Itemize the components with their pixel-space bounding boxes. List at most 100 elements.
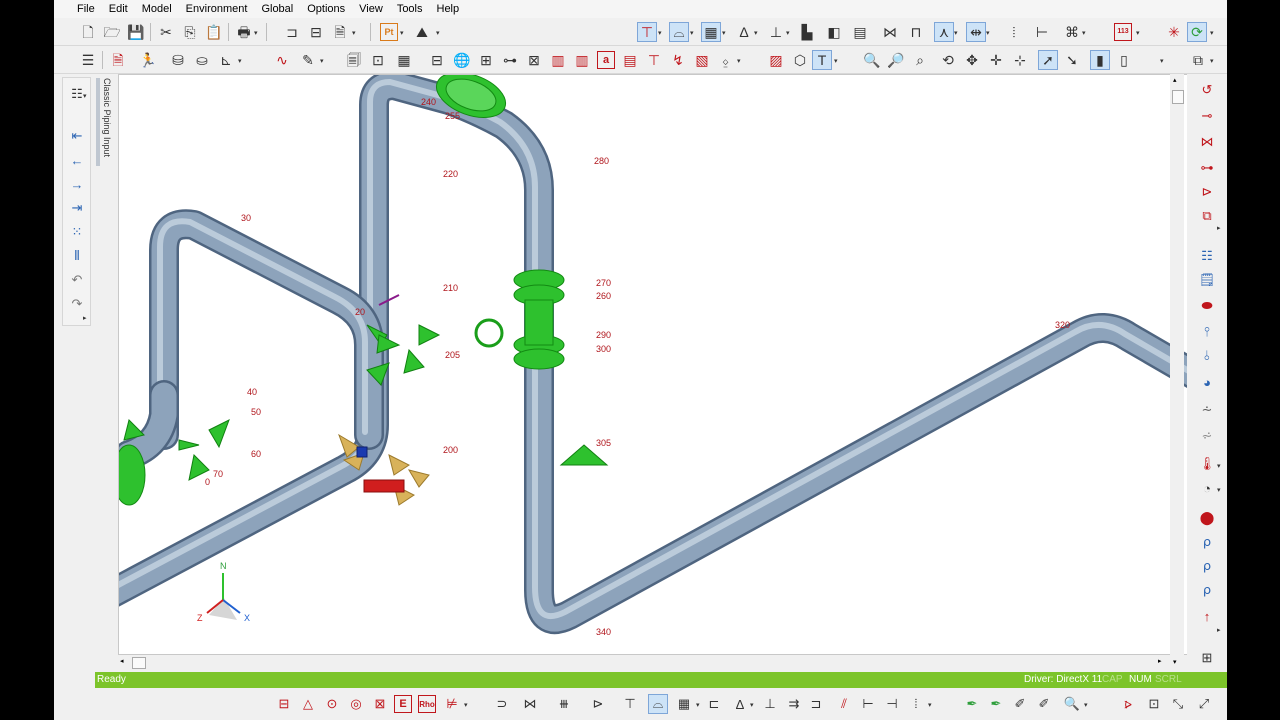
grid-view-icon[interactable]: ⊞ — [1197, 648, 1217, 668]
first-element-icon[interactable]: ⇤ — [67, 126, 87, 146]
graph-icon[interactable]: ⊾ — [216, 50, 236, 70]
select-group-icon[interactable]: ➘ — [1062, 50, 1082, 70]
binoculars-icon[interactable]: ⌘ — [1062, 22, 1082, 42]
hanger-display2-icon[interactable]: ⌓ — [648, 694, 668, 714]
node-number-icon[interactable]: ⊶ — [500, 50, 520, 70]
red-grid2-icon[interactable]: ▥ — [572, 50, 592, 70]
model-viewport[interactable]: 240 255 220 280 210 270 260 290 300 30 2… — [118, 74, 1223, 655]
count-113-badge[interactable]: 113 — [1114, 23, 1132, 41]
anchor-icon[interactable]: ⊥ — [766, 22, 786, 42]
menu-options[interactable]: Options — [300, 0, 352, 18]
open-folder-icon[interactable]: 🗁 — [102, 22, 122, 42]
menu-global[interactable]: Global — [254, 0, 300, 18]
uniform-load-icon[interactable]: ↑ — [1197, 606, 1217, 626]
density-button[interactable]: Rho — [418, 695, 436, 713]
menu-help[interactable]: Help — [430, 0, 467, 18]
copy-tool-icon[interactable]: ⧉ — [1197, 206, 1217, 226]
solid-view-icon[interactable]: ▮ — [1090, 50, 1110, 70]
bend-display-icon[interactable]: ⊃ — [492, 694, 512, 714]
red-sheet-icon[interactable]: ▧ — [692, 50, 712, 70]
bend-tool-icon[interactable]: ↺ — [1197, 80, 1217, 100]
table-icon[interactable]: ▦ — [394, 50, 414, 70]
cursor-tool-icon[interactable]: ⦠ — [1118, 694, 1138, 714]
menu-tools[interactable]: Tools — [390, 0, 430, 18]
horizontal-scroll-thumb[interactable] — [132, 657, 146, 669]
duplicate-icon[interactable]: ⫴ — [67, 246, 87, 266]
vertical-range-icon[interactable]: ⦙ — [1004, 22, 1024, 42]
zoom-in-icon[interactable]: 🔍 — [862, 50, 882, 70]
horizontal-scrollbar[interactable]: ◂ ▸ — [118, 655, 1170, 670]
flange-icon[interactable]: ▤ — [850, 22, 870, 42]
move-axis-icon[interactable]: ⊹ — [1010, 50, 1030, 70]
user-icon[interactable]: ⍚ — [716, 50, 736, 70]
vertical-scroll-thumb[interactable] — [1172, 90, 1184, 104]
menu-model[interactable]: Model — [135, 0, 179, 18]
a-label-button[interactable]: a — [597, 51, 615, 69]
wire-view-icon[interactable]: ▯ — [1114, 50, 1134, 70]
t-icon[interactable]: T — [812, 50, 832, 70]
hanger-display-icon[interactable]: ⌓ — [669, 22, 689, 42]
sif-tool-icon[interactable]: ⊶ — [1197, 158, 1217, 178]
force-tool-icon[interactable]: ⩫ — [1197, 426, 1217, 446]
pan-icon[interactable]: ✛ — [986, 50, 1006, 70]
hanger-tool-icon[interactable]: ⫰ — [1197, 346, 1217, 366]
restraint-display2-icon[interactable]: ⊏ — [704, 694, 724, 714]
box-icon[interactable]: ⊡ — [368, 50, 388, 70]
red-tee-icon[interactable]: ⊤ — [644, 50, 664, 70]
temperature-icon[interactable]: 🌡 — [1197, 454, 1217, 474]
red-grid-icon[interactable]: ▥ — [548, 50, 568, 70]
document-icon[interactable]: 🗐 — [344, 50, 364, 70]
seismic-display-icon[interactable]: ⦙ — [906, 694, 926, 714]
menu-environment[interactable]: Environment — [179, 0, 255, 18]
new-file-icon[interactable]: 🗋 — [78, 22, 98, 42]
insulation-icon[interactable]: ⍴ — [1197, 580, 1217, 600]
layers-icon[interactable]: ⧉ — [1188, 50, 1208, 70]
flange-group-icon[interactable]: ⊟ — [427, 50, 447, 70]
circle-grid-icon[interactable]: ⊙ — [322, 694, 342, 714]
restraint-display-icon[interactable]: ⊤ — [637, 22, 657, 42]
node-display2-icon[interactable]: ▦ — [674, 694, 694, 714]
force-display-icon[interactable]: ⊐ — [806, 694, 826, 714]
select-icon[interactable]: ➚ — [1038, 50, 1058, 70]
element-link-icon[interactable]: ⊐ — [282, 22, 302, 42]
suitcase-icon[interactable]: ⊠ — [370, 694, 390, 714]
nozzle-tool-icon[interactable]: ◕ — [1197, 372, 1217, 392]
red-bend-icon[interactable]: ↯ — [668, 50, 688, 70]
wave-display-icon[interactable]: ⊣ — [882, 694, 902, 714]
cylinder-icon[interactable]: ⊢ — [1032, 22, 1052, 42]
pressure-gauge-icon[interactable]: ◔ — [1197, 478, 1217, 498]
marker2-icon[interactable]: ✐ — [1034, 694, 1054, 714]
fit-window-icon[interactable]: ⊡ — [1144, 694, 1164, 714]
cube-icon[interactable]: ⬡ — [790, 50, 810, 70]
triangle-warn-icon[interactable]: △ — [298, 694, 318, 714]
tee-display-icon[interactable]: ⊤ — [620, 694, 640, 714]
rigid-tool-icon[interactable]: ⊸ — [1197, 106, 1217, 126]
window-icon[interactable]: ⊞ — [476, 50, 496, 70]
fluid-icon[interactable]: ⍴ — [1197, 556, 1217, 576]
branch-icon[interactable]: ⋏ — [934, 22, 954, 42]
elastic-modulus-button[interactable]: E — [394, 695, 412, 713]
delta-display-icon[interactable]: Δ — [730, 694, 750, 714]
last-element-icon[interactable]: ⇥ — [67, 198, 87, 218]
expansion-display-icon[interactable]: ⋈ — [520, 694, 540, 714]
node-display-icon[interactable]: ▦ — [701, 22, 721, 42]
tee-icon[interactable]: ⊓ — [906, 22, 926, 42]
sketch-icon[interactable]: ✎ — [298, 50, 318, 70]
classic-piping-input-tab[interactable]: Classic Piping Input — [98, 78, 112, 168]
delta-icon[interactable]: Δ — [734, 22, 754, 42]
hatch-icon[interactable]: ▨ — [766, 50, 786, 70]
clipboard-list-icon[interactable]: ⊟ — [306, 22, 326, 42]
reducer-icon[interactable]: ⇹ — [966, 22, 986, 42]
red-lines-icon[interactable]: ▤ — [620, 50, 640, 70]
reducer-display-icon[interactable]: ⊳ — [588, 694, 608, 714]
vessel-icon[interactable]: ⬬ — [1197, 296, 1217, 316]
next-element-icon[interactable]: → — [67, 174, 87, 194]
wind-display-icon[interactable]: ⊢ — [858, 694, 878, 714]
undo-icon[interactable]: ↶ — [67, 270, 87, 290]
node-list-icon[interactable]: ☷ — [1197, 246, 1217, 266]
cut-icon[interactable]: ✂ — [156, 22, 176, 42]
restraint-tool-icon[interactable]: ⫯ — [1197, 322, 1217, 342]
bellows-display-icon[interactable]: ⧻ — [554, 694, 574, 714]
pen2-icon[interactable]: ✒ — [986, 694, 1006, 714]
plot-button[interactable]: Pt — [380, 23, 398, 41]
